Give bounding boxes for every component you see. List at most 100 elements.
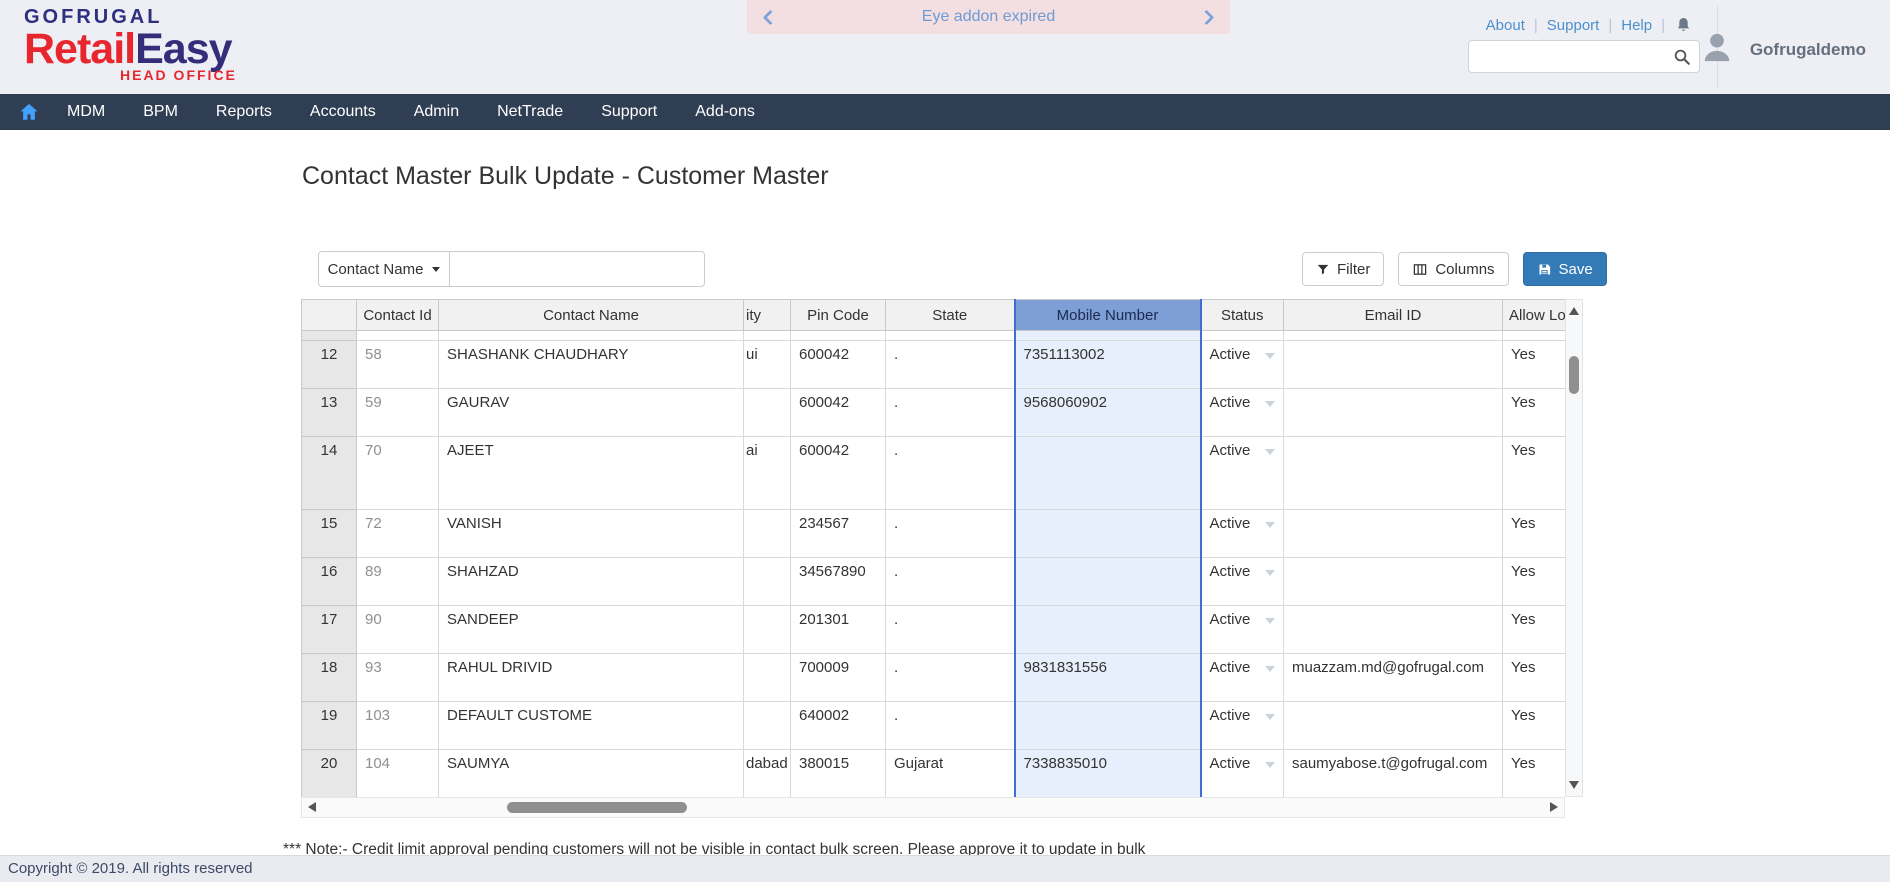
cell-pin-code[interactable]: 600042: [791, 437, 886, 510]
col-header-pin-code[interactable]: Pin Code: [791, 300, 886, 331]
cell-city[interactable]: dabad: [744, 750, 791, 798]
search-icon[interactable]: [1673, 48, 1691, 66]
cell-email[interactable]: [1284, 558, 1503, 606]
cell-mobile-number[interactable]: 9568060902: [1015, 389, 1201, 437]
cell-pin-code[interactable]: 380015: [791, 750, 886, 798]
cell-status[interactable]: Active: [1201, 654, 1284, 702]
nav-item[interactable]: BPM: [124, 94, 197, 130]
cell-pin-code[interactable]: 34567890: [791, 558, 886, 606]
cell-state[interactable]: .: [886, 558, 1015, 606]
cell-city[interactable]: [744, 654, 791, 702]
cell-city[interactable]: [744, 606, 791, 654]
cell-state[interactable]: .: [886, 510, 1015, 558]
cell-email[interactable]: muazzam.md@gofrugal.com: [1284, 654, 1503, 702]
cell-mobile-number[interactable]: [1015, 558, 1201, 606]
nav-item[interactable]: Reports: [197, 94, 291, 130]
cell-allow-loyalty[interactable]: Yes: [1503, 702, 1566, 750]
cell-allow-loyalty[interactable]: Yes: [1503, 750, 1566, 798]
cell-state[interactable]: .: [886, 341, 1015, 389]
field-selector-dropdown[interactable]: Contact Name: [318, 251, 450, 287]
user-menu[interactable]: Gofrugaldemo: [1697, 27, 1866, 72]
cell-contact-id[interactable]: 103: [357, 702, 439, 750]
cell-state[interactable]: .: [886, 389, 1015, 437]
nav-item[interactable]: Accounts: [291, 94, 395, 130]
scroll-right-icon[interactable]: [1550, 802, 1558, 812]
cell-mobile-number[interactable]: 7351113002: [1015, 341, 1201, 389]
cell-contact-name[interactable]: SAUMYA: [439, 750, 744, 798]
cell-status[interactable]: Active: [1201, 389, 1284, 437]
cell-city[interactable]: ai: [744, 437, 791, 510]
cell-allow-loyalty[interactable]: Yes: [1503, 654, 1566, 702]
cell-city[interactable]: ui: [744, 341, 791, 389]
filter-button[interactable]: Filter: [1302, 252, 1384, 286]
cell-contact-name[interactable]: SHASHANK CHAUDHARY: [439, 341, 744, 389]
cell-allow-loyalty[interactable]: Yes: [1503, 558, 1566, 606]
cell-allow-loyalty[interactable]: Yes: [1503, 341, 1566, 389]
col-header-email-id[interactable]: Email ID: [1284, 300, 1503, 331]
cell-mobile-number[interactable]: [1015, 437, 1201, 510]
col-header-allow-loyalty[interactable]: Allow Lo: [1503, 300, 1566, 331]
cell-pin-code[interactable]: 201301: [791, 606, 886, 654]
cell-email[interactable]: [1284, 606, 1503, 654]
scroll-up-icon[interactable]: [1569, 307, 1579, 315]
cell-mobile-number[interactable]: [1015, 702, 1201, 750]
cell-contact-name[interactable]: RAHUL DRIVID: [439, 654, 744, 702]
cell-contact-name[interactable]: VANISH: [439, 510, 744, 558]
cell-pin-code[interactable]: 600042: [791, 341, 886, 389]
cell-mobile-number[interactable]: 7338835010: [1015, 750, 1201, 798]
cell-mobile-number[interactable]: [1015, 510, 1201, 558]
cell-email[interactable]: [1284, 510, 1503, 558]
nav-item[interactable]: Add-ons: [676, 94, 774, 130]
col-header-row-select[interactable]: [302, 300, 357, 331]
scroll-down-icon[interactable]: [1569, 781, 1579, 789]
cell-contact-id[interactable]: 89: [357, 558, 439, 606]
app-logo[interactable]: GOFRUGAL RetailEasy HEAD OFFICE: [24, 7, 237, 82]
col-header-status[interactable]: Status: [1201, 300, 1284, 331]
horizontal-scroll-thumb[interactable]: [507, 802, 687, 813]
cell-contact-id[interactable]: 59: [357, 389, 439, 437]
cell-status[interactable]: Active: [1201, 558, 1284, 606]
cell-contact-id[interactable]: 93: [357, 654, 439, 702]
cell-contact-name[interactable]: GAURAV: [439, 389, 744, 437]
cell-state[interactable]: Gujarat: [886, 750, 1015, 798]
cell-contact-id[interactable]: 104: [357, 750, 439, 798]
cell-pin-code[interactable]: 640002: [791, 702, 886, 750]
cell-status[interactable]: Active: [1201, 702, 1284, 750]
cell-contact-name[interactable]: SANDEEP: [439, 606, 744, 654]
chevron-right-icon[interactable]: [1199, 9, 1215, 25]
cell-status[interactable]: Active: [1201, 437, 1284, 510]
cell-pin-code[interactable]: 234567: [791, 510, 886, 558]
vertical-scroll-thumb[interactable]: [1569, 356, 1579, 394]
cell-state[interactable]: .: [886, 437, 1015, 510]
home-icon[interactable]: [18, 101, 40, 123]
col-header-state[interactable]: State: [886, 300, 1015, 331]
cell-city[interactable]: [744, 389, 791, 437]
grid-search-input[interactable]: [450, 251, 705, 287]
nav-item[interactable]: Support: [582, 94, 676, 130]
cell-contact-name[interactable]: SHAHZAD: [439, 558, 744, 606]
cell-status[interactable]: Active: [1201, 341, 1284, 389]
cell-contact-id[interactable]: 72: [357, 510, 439, 558]
col-header-city[interactable]: ity: [744, 300, 791, 331]
save-button[interactable]: Save: [1523, 252, 1607, 286]
vertical-scrollbar[interactable]: [1565, 299, 1583, 797]
cell-email[interactable]: [1284, 341, 1503, 389]
cell-state[interactable]: .: [886, 654, 1015, 702]
header-link[interactable]: About: [1486, 17, 1525, 34]
cell-status[interactable]: Active: [1201, 750, 1284, 798]
col-header-contact-id[interactable]: Contact Id: [357, 300, 439, 331]
cell-mobile-number[interactable]: 9831831556: [1015, 654, 1201, 702]
cell-contact-id[interactable]: 58: [357, 341, 439, 389]
cell-mobile-number[interactable]: [1015, 606, 1201, 654]
cell-status[interactable]: Active: [1201, 510, 1284, 558]
scroll-left-icon[interactable]: [308, 802, 316, 812]
cell-city[interactable]: [744, 510, 791, 558]
cell-email[interactable]: [1284, 389, 1503, 437]
chevron-left-icon[interactable]: [763, 9, 779, 25]
bell-icon[interactable]: [1674, 16, 1693, 35]
nav-item[interactable]: Admin: [395, 94, 478, 130]
cell-state[interactable]: .: [886, 702, 1015, 750]
cell-contact-id[interactable]: 90: [357, 606, 439, 654]
global-search-input[interactable]: [1469, 41, 1673, 72]
cell-contact-id[interactable]: 70: [357, 437, 439, 510]
